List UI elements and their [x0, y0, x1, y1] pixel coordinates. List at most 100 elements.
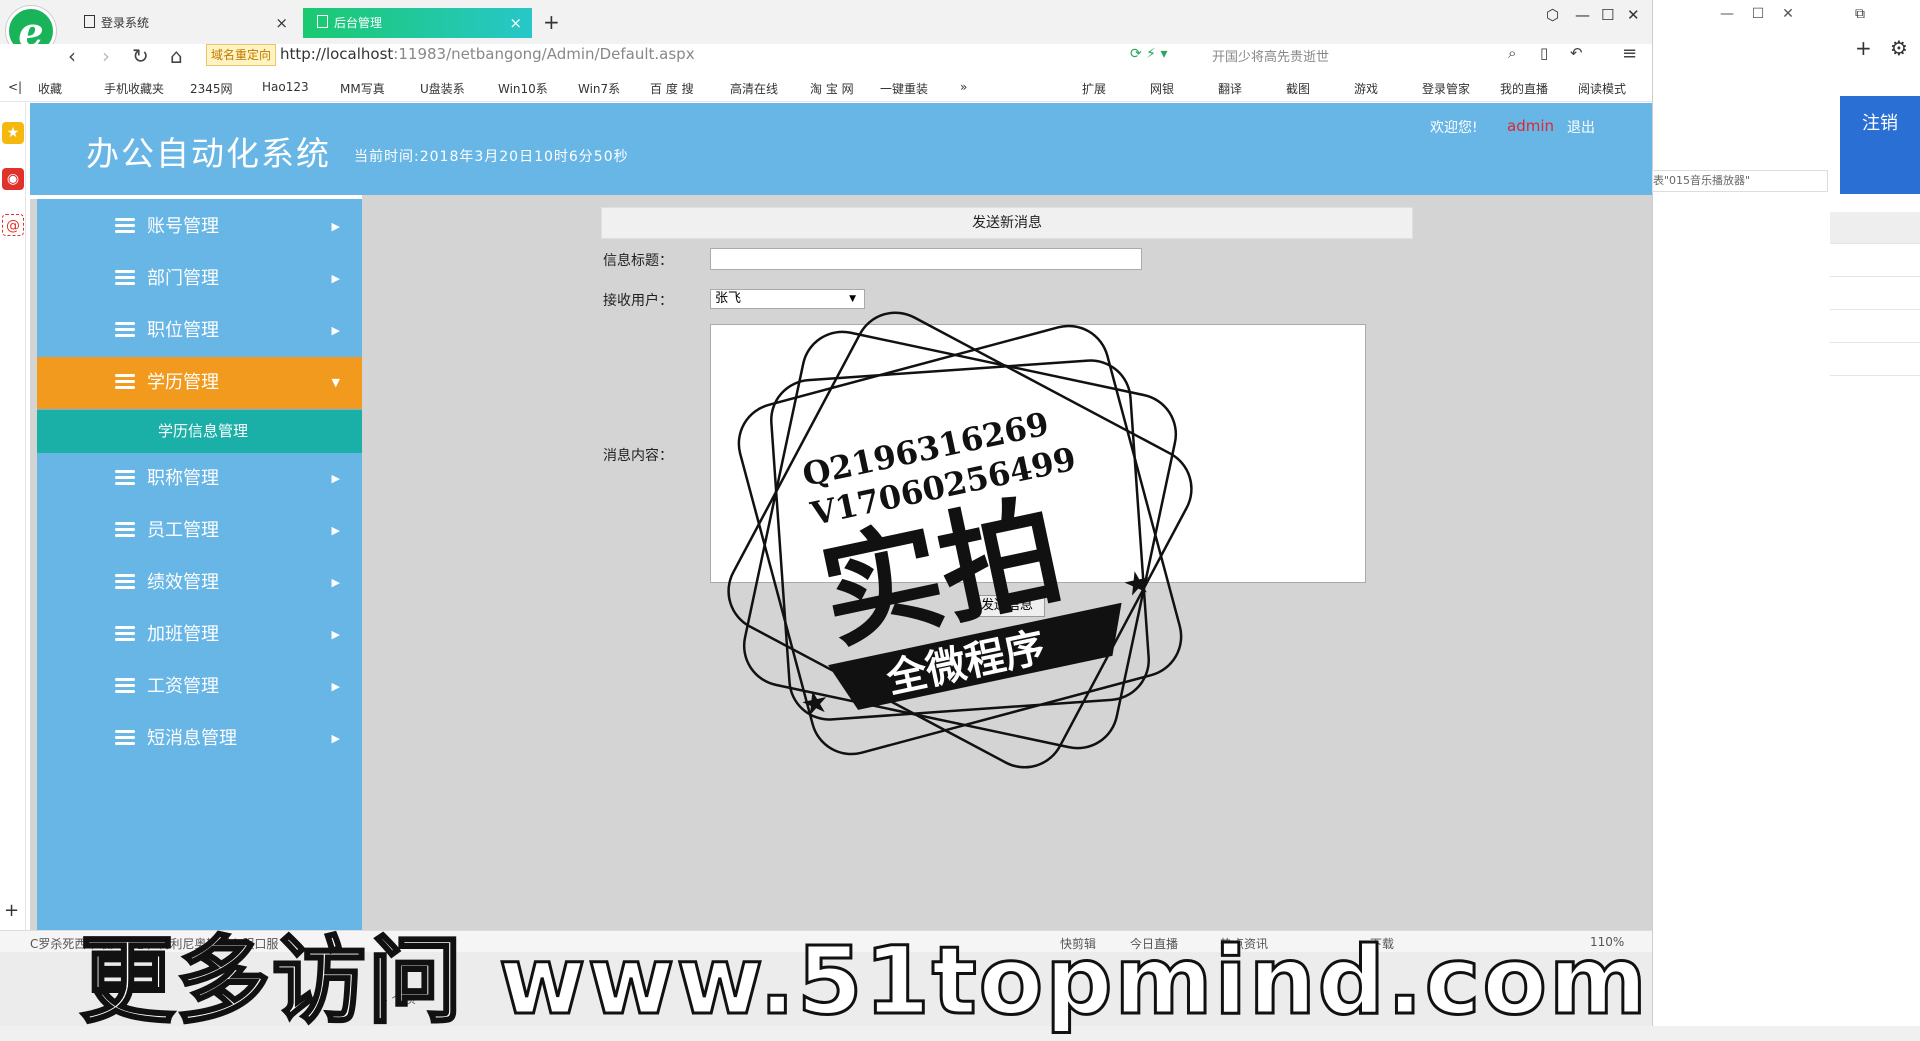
- mail-icon[interactable]: @: [2, 214, 24, 236]
- title-input[interactable]: [710, 248, 1142, 270]
- sidebar-item-messages[interactable]: 短消息管理 ▶: [37, 713, 362, 765]
- chevron-right-icon: ▶: [331, 680, 340, 693]
- favorite-star-icon[interactable]: ★: [2, 122, 24, 144]
- chevron-right-icon: ▶: [331, 324, 340, 337]
- sidebar-item-departments[interactable]: 部门管理 ▶: [37, 253, 362, 305]
- bookmark-item[interactable]: MM写真: [340, 80, 385, 97]
- sidebar-item-label: 职称管理: [147, 468, 219, 489]
- minimize-icon[interactable]: —: [1575, 6, 1590, 24]
- skin-icon[interactable]: ⬡: [1546, 6, 1559, 24]
- bookmark-icon[interactable]: ▯: [1540, 44, 1548, 62]
- sidebar-item-salary[interactable]: 工资管理 ▶: [37, 661, 362, 713]
- security-icon[interactable]: ⟳ ⚡ ▾: [1130, 46, 1168, 62]
- current-time: 当前时间:2018年3月20日10时6分50秒: [354, 149, 629, 165]
- toolbar-item[interactable]: 我的直播: [1500, 80, 1548, 97]
- toolbar-item[interactable]: 网银: [1150, 80, 1174, 97]
- new-tab-button[interactable]: +: [543, 10, 560, 34]
- bookmark-item[interactable]: 2345网: [190, 80, 233, 97]
- tab-admin[interactable]: 后台管理 ×: [303, 8, 532, 38]
- welcome-text: 欢迎您!: [1430, 120, 1478, 136]
- weibo-icon[interactable]: ◉: [2, 168, 24, 190]
- bookmark-item[interactable]: U盘装系: [420, 80, 465, 97]
- url-input[interactable]: http://localhost:11983/netbangong/Admin/…: [280, 45, 695, 63]
- toolbar-item[interactable]: 翻译: [1218, 80, 1242, 97]
- document-icon: [317, 15, 328, 28]
- chevron-right-icon: ▶: [331, 628, 340, 641]
- chevron-right-icon: ▶: [331, 272, 340, 285]
- collapse-icon[interactable]: <|: [8, 80, 22, 94]
- logout-link[interactable]: 退出: [1567, 117, 1595, 137]
- bookmark-item[interactable]: 收藏: [38, 80, 62, 97]
- bookmark-item[interactable]: 高清在线: [730, 80, 778, 97]
- document-icon: [84, 15, 95, 28]
- toolbar-item[interactable]: 登录管家: [1422, 80, 1470, 97]
- toolbar-item[interactable]: 截图: [1286, 80, 1310, 97]
- sidebar-item-label: 职位管理: [147, 320, 219, 341]
- add-sidebar-icon[interactable]: +: [4, 900, 19, 921]
- bookmark-item[interactable]: Win7系: [578, 80, 620, 97]
- stamp-watermark: Q2196316269 V17060256499 实拍 全微程序 ★ ★: [727, 311, 1193, 769]
- add-icon[interactable]: +: [1855, 36, 1872, 60]
- toolbar-item[interactable]: 游戏: [1354, 80, 1378, 97]
- bg-window-controls[interactable]: — ☐ ✕: [1720, 6, 1794, 22]
- sidebar-item-label: 员工管理: [147, 520, 219, 541]
- tab-label: 后台管理: [334, 16, 383, 30]
- forward-icon[interactable]: ›: [102, 44, 110, 68]
- sidebar-item-accounts[interactable]: 账号管理 ▶: [37, 201, 362, 253]
- close-icon[interactable]: ×: [509, 8, 522, 38]
- close-window-icon[interactable]: ✕: [1627, 6, 1640, 24]
- sidebar-item-overtime[interactable]: 加班管理 ▶: [37, 609, 362, 661]
- maximize-icon[interactable]: ☐: [1601, 6, 1614, 24]
- title-label: 信息标题：: [603, 253, 673, 269]
- bg-search-input[interactable]: 表"015音乐播放器": [1652, 170, 1828, 192]
- tab-label: 登录系统: [101, 16, 150, 30]
- bookmark-item[interactable]: 淘 宝 网: [810, 80, 854, 97]
- username-link[interactable]: admin: [1507, 117, 1554, 135]
- chevron-right-icon: ▶: [331, 524, 340, 537]
- chevron-right-icon: ▶: [331, 576, 340, 589]
- bg-table-row: [1830, 245, 1920, 277]
- sidebar-item-titles[interactable]: 职称管理 ▶: [37, 453, 362, 505]
- sidebar-item-label: 短消息管理: [147, 728, 237, 749]
- settings-icon[interactable]: ⚙: [1890, 36, 1908, 60]
- form-heading: 发送新消息: [601, 207, 1413, 239]
- list-icon: [115, 322, 135, 338]
- sidebar-item-employees[interactable]: 员工管理 ▶: [37, 505, 362, 557]
- bookmark-item[interactable]: 手机收藏夹: [104, 80, 164, 97]
- bookmark-item[interactable]: Hao123: [262, 80, 309, 94]
- refresh-icon[interactable]: ↻: [132, 44, 149, 68]
- bookmark-item[interactable]: 百 度 搜: [650, 80, 694, 97]
- site-watermark: 更多访问 www.51topmind.com: [79, 926, 1649, 1038]
- star-icon: ★: [797, 681, 833, 724]
- tab-login[interactable]: 登录系统 ×: [70, 8, 298, 38]
- bookmark-item[interactable]: Win10系: [498, 80, 548, 97]
- bg-logout-button[interactable]: 注销: [1840, 96, 1920, 194]
- content-label: 消息内容：: [603, 448, 673, 464]
- sidebar-item-label: 绩效管理: [147, 572, 219, 593]
- search-input[interactable]: 开国少将高先贵逝世: [1212, 46, 1542, 68]
- back-icon[interactable]: ‹: [68, 44, 76, 68]
- sidebar-item-performance[interactable]: 绩效管理 ▶: [37, 557, 362, 609]
- redirect-badge[interactable]: 域名重定向: [206, 44, 277, 66]
- sidebar-item-label: 账号管理: [147, 216, 219, 237]
- close-icon[interactable]: ×: [275, 8, 288, 38]
- more-icon[interactable]: »: [960, 80, 967, 94]
- menu-icon[interactable]: ≡: [1622, 43, 1637, 64]
- undo-icon[interactable]: ↶: [1570, 44, 1583, 62]
- list-icon: [115, 218, 135, 234]
- sidebar-item-education[interactable]: 学历管理 ▼: [37, 357, 362, 409]
- list-icon: [115, 470, 135, 486]
- toolbar-item[interactable]: 阅读模式: [1578, 80, 1626, 97]
- receiver-label: 接收用户：: [603, 293, 673, 309]
- chevron-right-icon: ▶: [331, 220, 340, 233]
- bookmark-item[interactable]: 一键重装: [880, 80, 928, 97]
- search-icon[interactable]: ⌕: [1508, 44, 1516, 62]
- home-icon[interactable]: ⌂: [170, 44, 183, 68]
- bg-table-row: [1830, 344, 1920, 376]
- submenu-education-info[interactable]: 学历信息管理: [37, 410, 362, 453]
- sidebar-item-label: 加班管理: [147, 624, 219, 645]
- sidebar-item-positions[interactable]: 职位管理 ▶: [37, 305, 362, 357]
- submenu-label: 学历信息管理: [158, 422, 249, 440]
- toolbar-item[interactable]: 扩展: [1082, 80, 1106, 97]
- restore-icon[interactable]: ⧉: [1855, 6, 1865, 22]
